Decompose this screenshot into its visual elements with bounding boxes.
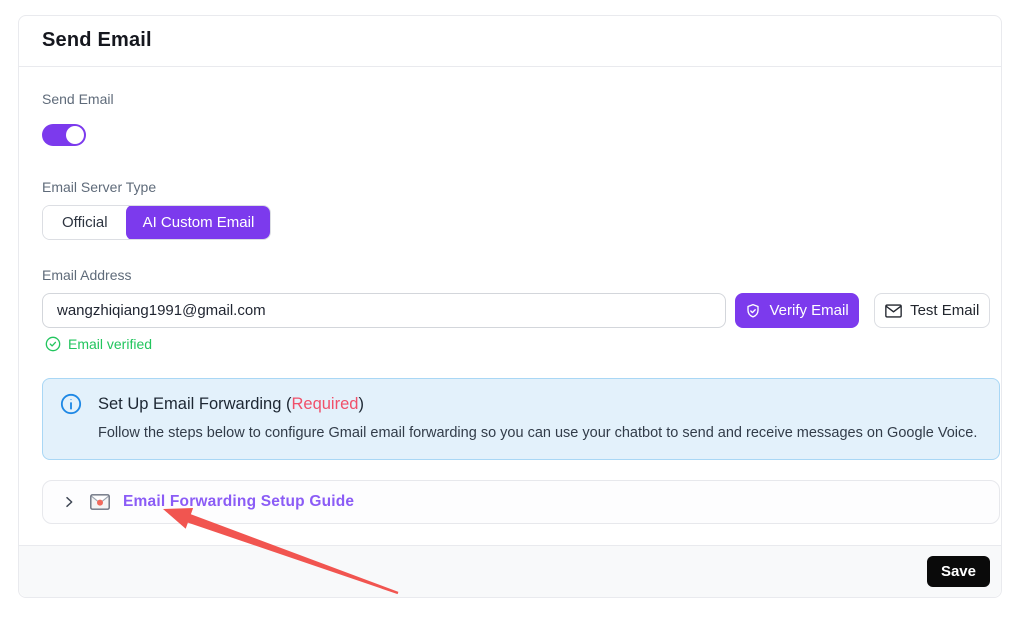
send-email-panel: Send Email Send Email Email Server Type … (18, 15, 1002, 598)
info-box-description: Follow the steps below to configure Gmai… (98, 423, 979, 443)
server-type-segmented-control: Official AI Custom Email (42, 205, 271, 240)
email-verified-status: Email verified (42, 336, 990, 352)
info-box-header: Set Up Email Forwarding (Required) (60, 393, 979, 415)
toggle-knob (66, 126, 84, 144)
email-forwarding-guide-expander[interactable]: Email Forwarding Setup Guide (42, 480, 1000, 524)
shield-check-icon (745, 303, 761, 319)
sealed-envelope-icon (90, 494, 110, 510)
check-circle-icon (45, 336, 61, 352)
send-email-toggle[interactable] (42, 124, 86, 146)
email-verified-text: Email verified (68, 336, 152, 352)
chevron-right-icon[interactable] (61, 494, 77, 510)
page-title: Send Email (42, 29, 977, 52)
envelope-icon (885, 304, 902, 318)
server-type-option-official[interactable]: Official (43, 206, 127, 239)
save-button[interactable]: Save (927, 556, 990, 587)
info-box-title: Set Up Email Forwarding (Required) (98, 395, 364, 414)
guide-link-label: Email Forwarding Setup Guide (123, 493, 354, 511)
info-title-suffix: ) (358, 395, 364, 413)
panel-body: Send Email Email Server Type Official AI… (19, 67, 1001, 545)
panel-header: Send Email (19, 16, 1001, 67)
email-address-label: Email Address (42, 268, 990, 282)
verify-email-label: Verify Email (769, 302, 848, 319)
test-email-button[interactable]: Test Email (874, 293, 990, 328)
verify-email-button[interactable]: Verify Email (735, 293, 860, 328)
send-email-toggle-label: Send Email (42, 92, 990, 106)
email-address-input[interactable] (42, 293, 726, 328)
test-email-label: Test Email (910, 302, 979, 319)
info-title-required: Required (291, 395, 358, 413)
info-icon (60, 393, 82, 415)
email-row: Verify Email Test Email (42, 293, 990, 328)
server-type-option-ai-custom[interactable]: AI Custom Email (126, 205, 272, 240)
info-title-prefix: Set Up Email Forwarding ( (98, 395, 291, 413)
panel-footer: Save (19, 545, 1001, 597)
email-forwarding-info-box: Set Up Email Forwarding (Required) Follo… (42, 378, 1000, 460)
server-type-label: Email Server Type (42, 180, 990, 194)
